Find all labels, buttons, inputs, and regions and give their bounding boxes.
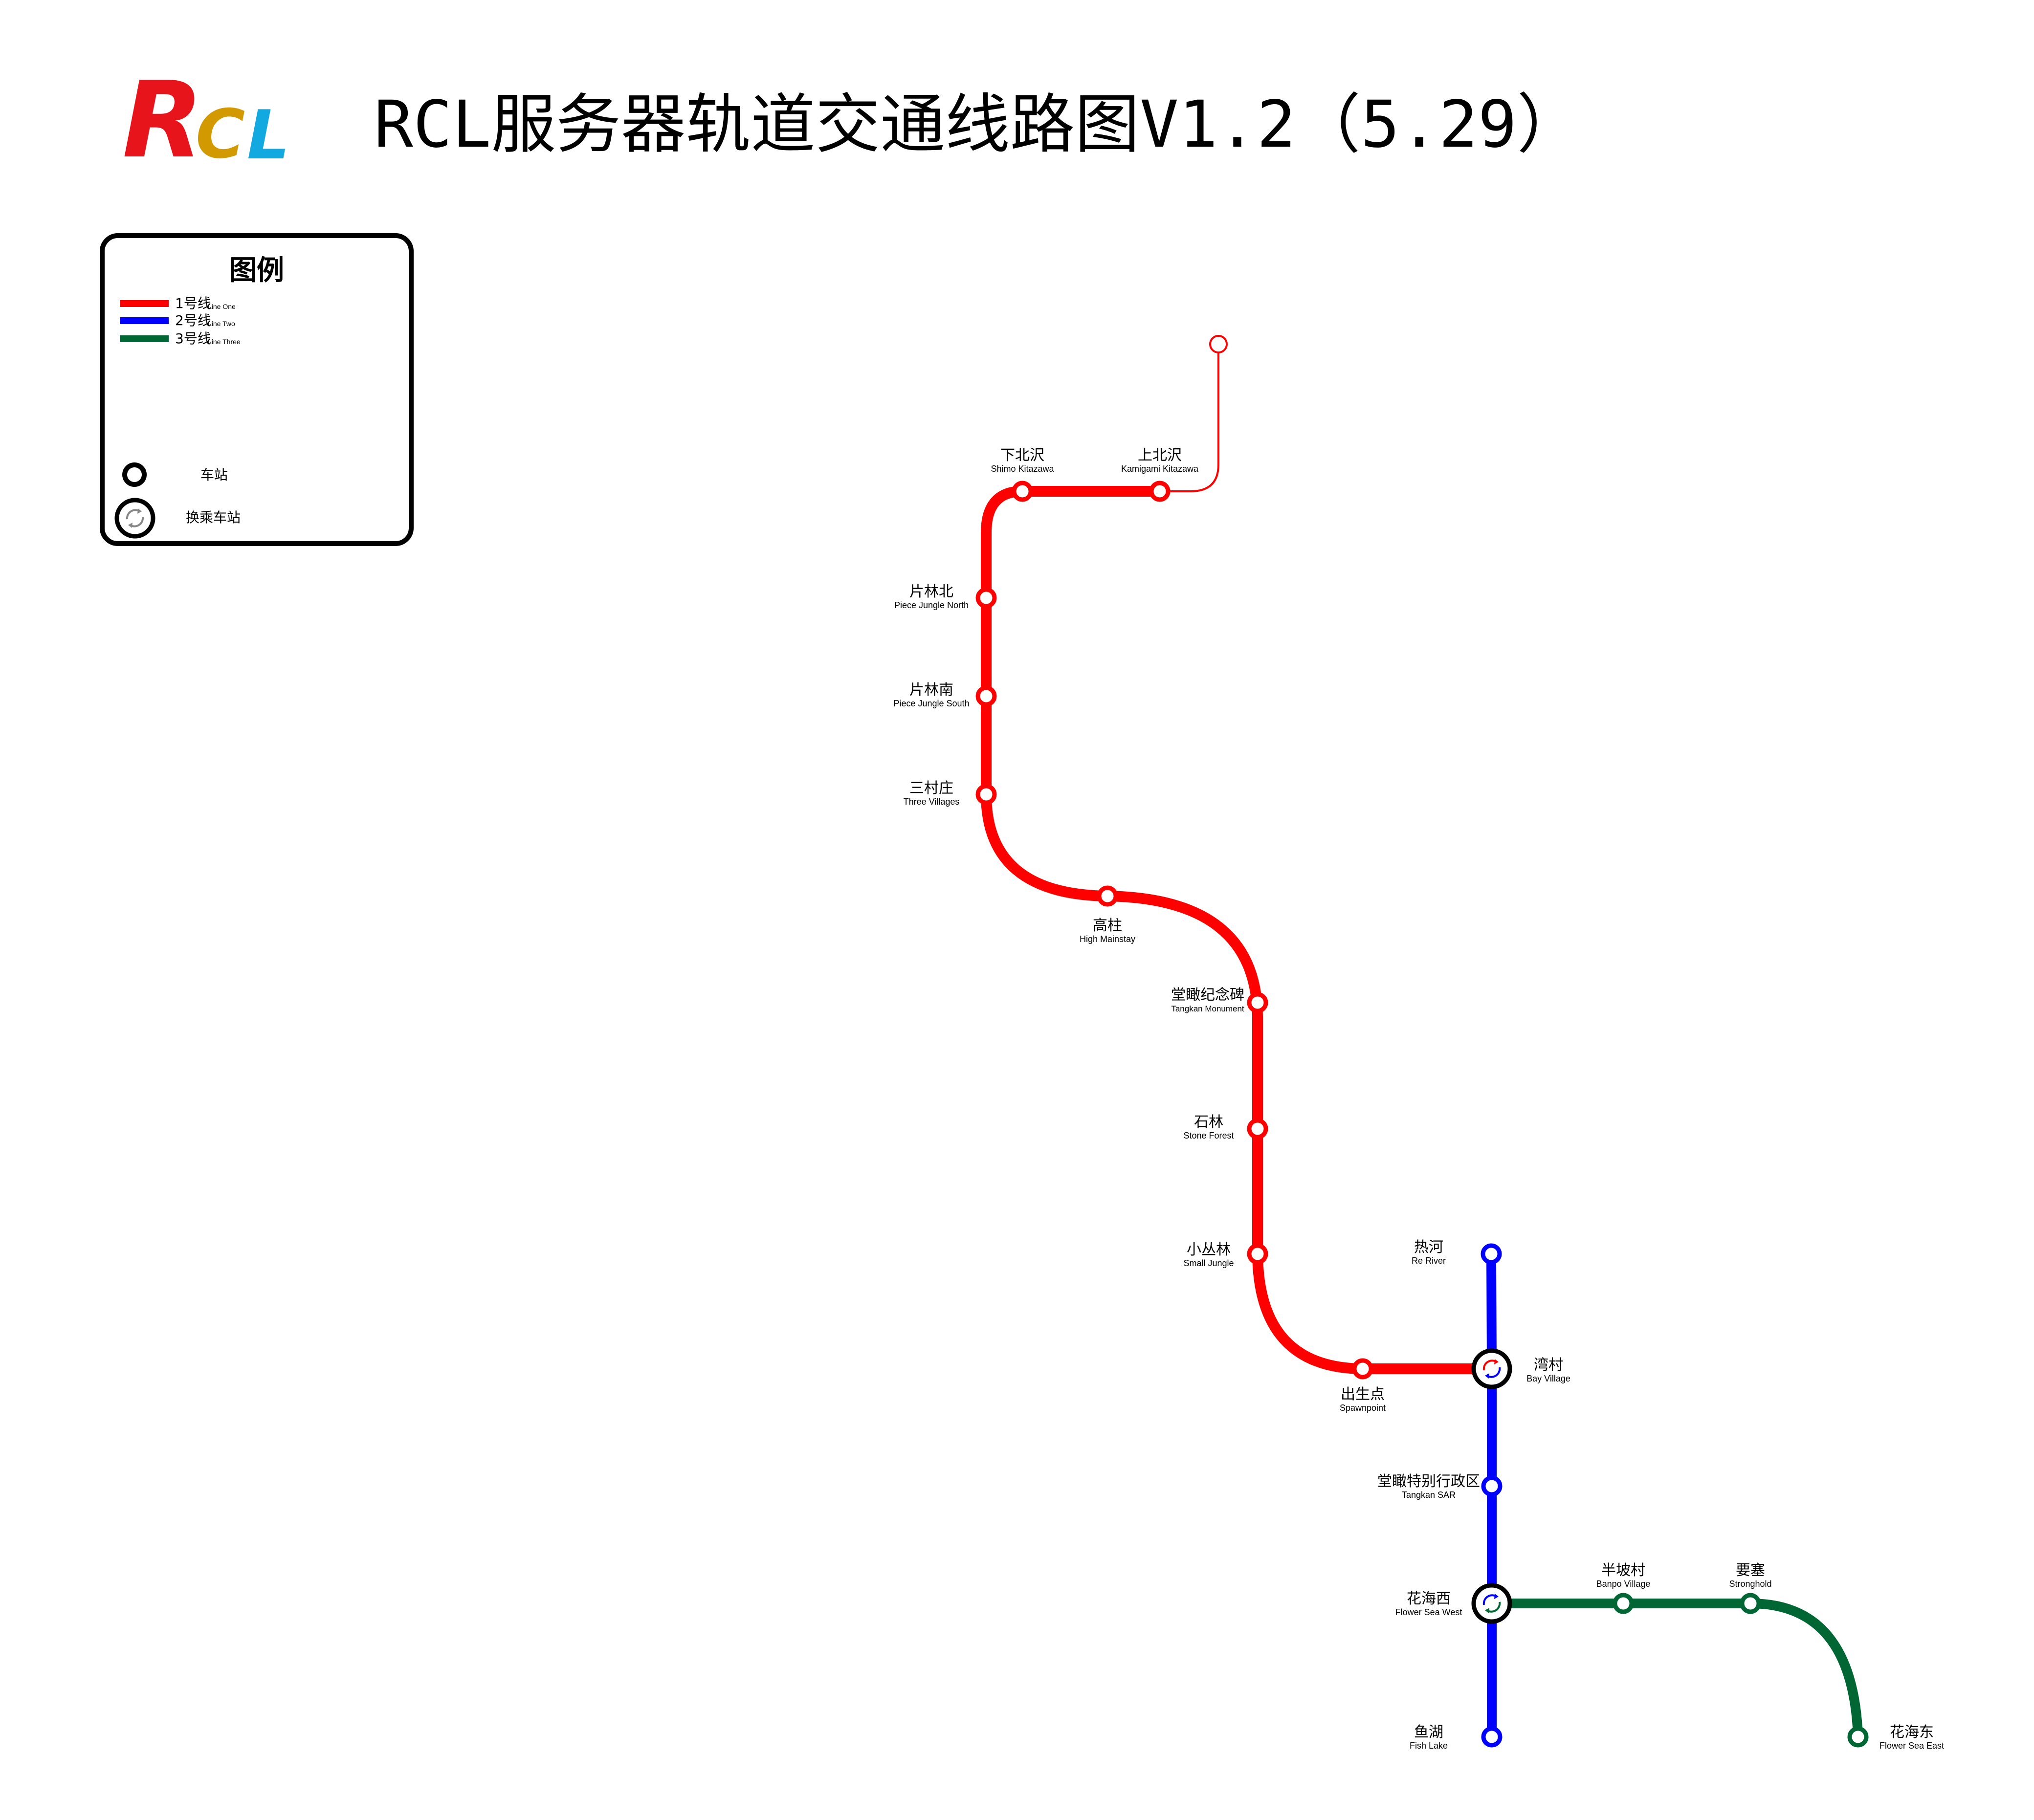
station-name-en: Bay Village [1526, 1374, 1570, 1383]
line-3 [1487, 1599, 1863, 1742]
station-name-en: Kamigami Kitazawa [1121, 464, 1199, 474]
station-name-zh: 出生点 [1341, 1386, 1385, 1403]
station-marker[interactable] [1481, 1243, 1502, 1265]
station-huahaixi[interactable]: 花海西 Flower Sea West [1395, 1583, 1512, 1624]
station-name-en: Tangkan SAR [1402, 1490, 1456, 1500]
station-name-en: Small Jungle [1183, 1258, 1234, 1268]
station-name-zh: 上北沢 [1138, 447, 1182, 464]
station-name-en: Piece Jungle South [893, 699, 969, 708]
station-pianlinnan[interactable]: 片林南 Piece Jungle South [893, 681, 997, 708]
page-title: RCL服务器轨道交通线路图V1.2（5.29） [374, 87, 1582, 162]
legend-swatch-line3 [120, 335, 169, 342]
station-marker[interactable] [1097, 885, 1118, 907]
station-name-en: Tangkan Monument [1171, 1004, 1244, 1013]
station-marker[interactable] [1481, 1726, 1503, 1748]
station-name-en: Re River [1412, 1256, 1446, 1266]
station-name-zh: 三村庄 [909, 780, 953, 797]
station-marker[interactable] [1481, 1475, 1503, 1497]
station-marker[interactable] [1613, 1593, 1634, 1614]
station-marker[interactable] [975, 685, 997, 707]
station-name-zh: 片林南 [909, 681, 953, 699]
station-marker[interactable] [1012, 481, 1033, 502]
station-name-zh: 高柱 [1093, 917, 1122, 934]
station-name-en: Three Villages [904, 797, 960, 807]
station-name-zh: 要塞 [1736, 1562, 1765, 1579]
station-name-zh: 热河 [1414, 1239, 1443, 1256]
station-name-en: Spawnpoint [1340, 1403, 1386, 1413]
transfer-station-marker[interactable] [1471, 1583, 1512, 1624]
legend-station-label: 车站 [200, 467, 228, 483]
station-marker[interactable] [1847, 1726, 1869, 1748]
logo-letter-l: L [247, 96, 290, 175]
station-name-en: Shimo Kitazawa [991, 464, 1054, 474]
station-name-zh: 花海西 [1407, 1590, 1451, 1607]
station-name-zh: 堂瞰纪念碑 [1171, 987, 1244, 1004]
station-name-en: Fish Lake [1410, 1741, 1448, 1751]
legend-label-line3: 3号线 [175, 330, 211, 347]
station-name-zh: 堂瞰特别行政区 [1377, 1473, 1480, 1490]
logo: R C L [122, 59, 290, 181]
line-1 [981, 335, 1497, 1374]
station-marker[interactable] [1247, 1118, 1268, 1140]
station-marker[interactable] [1149, 481, 1171, 502]
legend-title: 图例 [229, 255, 284, 286]
legend-label-line3-en: Line Three [208, 338, 241, 346]
legend-transfer-icon [114, 498, 155, 539]
station-name-zh: 鱼湖 [1414, 1724, 1443, 1741]
legend-label-line1: 1号线 [175, 295, 211, 311]
station-name-zh: 花海东 [1890, 1724, 1934, 1741]
station-pianlinbei[interactable]: 片林北 Piece Jungle North [894, 583, 997, 610]
station-marker[interactable] [1740, 1593, 1761, 1614]
line-1-track [981, 486, 1497, 1374]
station-name-en: Flower Sea East [1879, 1741, 1944, 1751]
station-name-en: Flower Sea West [1395, 1607, 1462, 1617]
station-name-zh: 半坡村 [1601, 1562, 1645, 1579]
station-name-zh: 片林北 [909, 583, 953, 600]
transfer-station-marker[interactable] [1471, 1348, 1512, 1389]
station-name-zh: 下北沢 [1000, 447, 1044, 464]
station-name-en: Banpo Village [1596, 1579, 1651, 1589]
legend-swatch-line2 [120, 317, 169, 324]
station-name-zh: 湾村 [1534, 1357, 1563, 1374]
legend-label-line2: 2号线 [175, 312, 211, 329]
station-marker[interactable] [1352, 1358, 1373, 1380]
logo-letter-c: C [196, 95, 245, 174]
station-name-zh: 石林 [1194, 1114, 1223, 1131]
station-tangkan-sar[interactable]: 堂瞰特别行政区 Tangkan SAR [1377, 1473, 1503, 1500]
station-marker[interactable] [1247, 1243, 1268, 1265]
station-rehe[interactable]: 热河 Re River [1412, 1239, 1502, 1266]
station-name-en: Stronghold [1729, 1579, 1771, 1589]
station-marker[interactable] [1247, 992, 1268, 1013]
station-name-en: High Mainstay [1080, 934, 1135, 944]
logo-letter-r: R [122, 59, 203, 181]
legend-label-line1-en: Line One [208, 303, 236, 310]
legend-label-line2-en: Line Two [208, 320, 235, 328]
station-name-en: Stone Forest [1183, 1131, 1234, 1140]
station-name-en: Piece Jungle North [894, 600, 969, 610]
station-yuhu[interactable]: 鱼湖 Fish Lake [1410, 1724, 1503, 1751]
legend-transfer-label: 换乘车站 [186, 509, 241, 526]
station-wancun[interactable]: 湾村 Bay Village [1471, 1348, 1570, 1389]
metro-map: R C L RCL服务器轨道交通线路图V1.2（5.29） 图例 1号线 Lin… [100, 59, 1944, 1751]
legend: 图例 1号线 Line One 2号线 Line Two 3号线 Line Th… [100, 233, 414, 546]
legend-swatch-line1 [120, 300, 169, 307]
station-marker[interactable] [975, 784, 997, 805]
station-name-zh: 小丛林 [1187, 1241, 1231, 1258]
station-marker[interactable] [975, 587, 997, 609]
line-3-track [1487, 1599, 1863, 1742]
line-1-terminus-marker [1209, 335, 1228, 353]
legend-station-icon [122, 462, 147, 487]
station-huahaidong[interactable]: 花海东 Flower Sea East [1847, 1724, 1944, 1751]
